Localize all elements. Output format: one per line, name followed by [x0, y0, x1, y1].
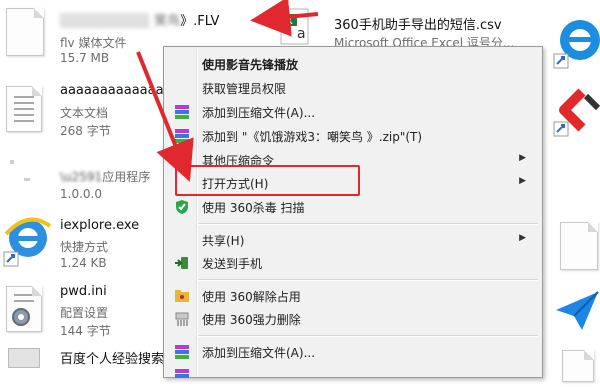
- menu-item-cutoff[interactable]: [166, 365, 540, 387]
- winrar-icon: [174, 368, 190, 384]
- arrow-to-filename: [250, 0, 319, 37]
- annotation-arrows: [136, 0, 319, 182]
- arrow-to-open-with: [136, 51, 194, 182]
